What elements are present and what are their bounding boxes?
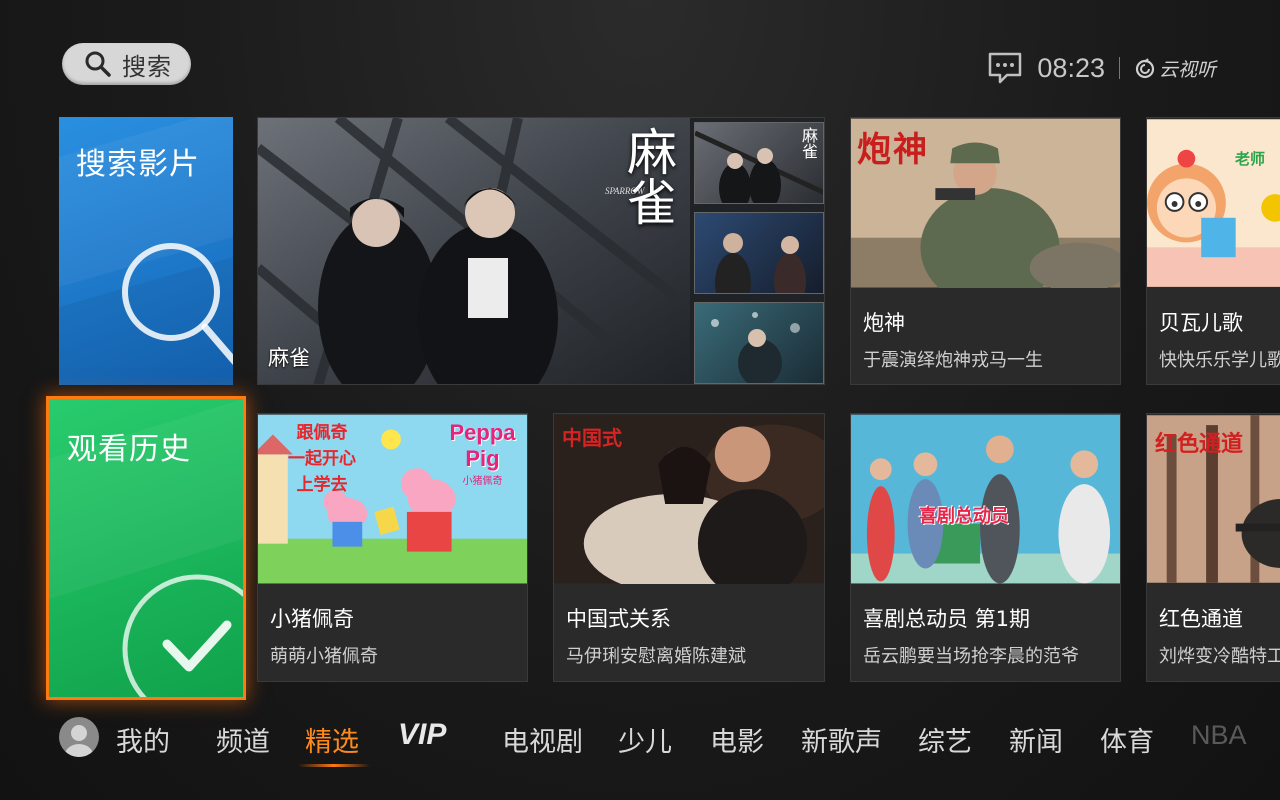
card-poster-title: 中国式 [562, 426, 622, 450]
nav-active-indicator [298, 764, 370, 767]
card-desc: 马伊琍安慰离婚陈建斌 [566, 646, 746, 667]
content-card-hongse[interactable]: 红色通道 红色通道 刘烨变冷酷特工 [1146, 413, 1280, 682]
search-movies-label: 搜索影片 [76, 147, 200, 182]
nav-item-variety[interactable]: 综艺 [918, 720, 972, 759]
status-bar: 08:23 云视听 [987, 50, 1216, 86]
nav-item-nba[interactable]: NBA [1191, 720, 1247, 751]
thumb-image [711, 312, 800, 383]
card-poster [1147, 119, 1280, 287]
card-title: 中国式关系 [566, 607, 671, 631]
card-title: 炮神 [863, 311, 905, 335]
status-divider [1118, 57, 1120, 79]
nav-item-news[interactable]: 新闻 [1009, 720, 1063, 759]
feature-thumb-1[interactable]: 麻雀 [694, 122, 824, 204]
feature-poster-title: 麻雀 SPARROW [605, 126, 677, 226]
card-title: 喜剧总动员 第1期 [863, 607, 1031, 631]
card-desc: 快快乐乐学儿歌 [1159, 350, 1280, 371]
nav-item-kids[interactable]: 少儿 [618, 720, 672, 759]
brand-icon [1135, 58, 1155, 79]
content-card-zhongguoshi[interactable]: 中国式 中国式关系 马伊琍安慰离婚陈建斌 [553, 413, 825, 682]
card-poster-title: 炮神 [857, 130, 929, 170]
content-card-paoshen[interactable]: 炮神 炮神 于震演绎炮神戎马一生 [850, 117, 1121, 385]
nav-item-vip[interactable]: VIP [398, 718, 446, 752]
search-icon [85, 51, 111, 77]
brand-logo: 云视听 [1134, 55, 1216, 82]
clock: 08:23 [1037, 52, 1105, 83]
card-desc: 萌萌小猪佩奇 [270, 646, 378, 667]
nav-item-tv-series[interactable]: 电视剧 [502, 720, 583, 759]
nav-item-sports[interactable]: 体育 [1100, 720, 1154, 759]
card-desc: 刘烨变冷酷特工 [1159, 646, 1280, 667]
thumb-image [715, 233, 806, 293]
feature-card-maque[interactable]: 麻雀 SPARROW 麻雀 麻雀 [257, 117, 825, 385]
feature-thumb-2[interactable] [694, 212, 824, 294]
card-title: 小猪佩奇 [270, 607, 354, 631]
bottom-nav: 我的 频道 精选 VIP 电视剧 少儿 电影 新歌声 综艺 新闻 体育 NBA [0, 712, 1280, 772]
content-card-xiju[interactable]: 喜剧总动员 喜剧总动员 第1期 岳云鹏要当场抢李晨的范爷 [850, 413, 1121, 682]
feature-title: 麻雀 [268, 346, 310, 370]
search-label: 搜索 [122, 52, 172, 81]
watch-history-tile[interactable]: 观看历史 [46, 396, 246, 700]
message-icon[interactable] [987, 51, 1023, 85]
tv-home-screen: 搜索 08:23 云视听 搜索影片 观看历史 麻雀 SPARROW 麻雀 麻雀 … [0, 0, 1280, 800]
nav-item-featured[interactable]: 精选 [305, 720, 359, 759]
nav-item-movies[interactable]: 电影 [710, 720, 764, 759]
content-card-beiwa[interactable]: 老师 贝瓦儿歌 快快乐乐学儿歌 [1146, 117, 1280, 385]
search-button[interactable]: 搜索 [62, 43, 191, 85]
nav-item-new-voice[interactable]: 新歌声 [801, 720, 882, 759]
card-poster [851, 414, 1120, 584]
nav-item-channel[interactable]: 频道 [216, 720, 270, 759]
peppa-logo: Peppa Pig 小猪佩奇 [449, 420, 516, 487]
card-title: 红色通道 [1159, 607, 1243, 631]
content-card-peppa[interactable]: 跟佩奇 一起开心 上学去 Peppa Pig 小猪佩奇 小猪佩奇 萌萌小猪佩奇 [257, 413, 528, 682]
card-desc: 于震演绎炮神戎马一生 [863, 350, 1043, 371]
user-icon[interactable] [59, 717, 99, 757]
watch-history-label: 观看历史 [67, 432, 191, 467]
feature-thumb-3[interactable] [694, 302, 824, 384]
card-desc: 岳云鹏要当场抢李晨的范爷 [863, 646, 1079, 667]
card-poster-title: 喜剧总动员 [919, 506, 1009, 527]
avatar-figure [65, 725, 93, 757]
card-poster-lines: 跟佩奇 一起开心 上学去 [288, 423, 356, 495]
nav-item-mine[interactable]: 我的 [116, 720, 170, 759]
card-poster-title: 老师 [1235, 150, 1266, 168]
card-poster-title: 红色通道 [1155, 431, 1244, 457]
card-title: 贝瓦儿歌 [1159, 311, 1243, 335]
search-movies-tile[interactable]: 搜索影片 [59, 117, 233, 385]
brand-name: 云视听 [1158, 58, 1216, 81]
